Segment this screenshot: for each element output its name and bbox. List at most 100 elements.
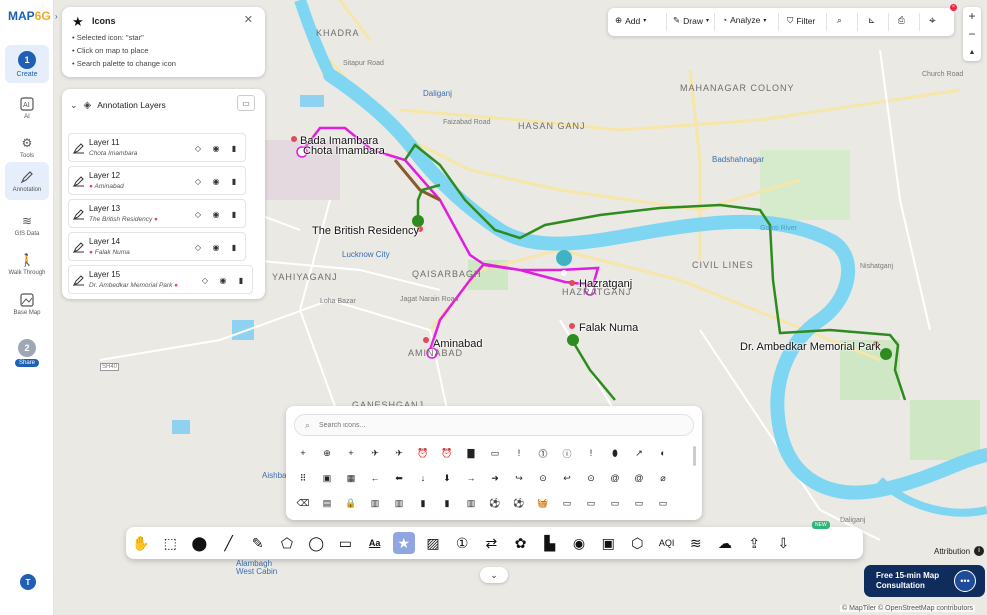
palette-icon[interactable]: ▤ [320,496,334,510]
circle-tool-button[interactable]: ◯ [305,532,327,554]
palette-scrollbar[interactable] [693,446,696,466]
target-icon[interactable]: ◇ [193,143,203,153]
chevron-down-icon[interactable]: ⌄ [70,100,78,111]
draw-button[interactable]: ✎ Draw ▾ [673,15,709,26]
palette-icon[interactable]: ⬮ [608,446,622,460]
palette-icon[interactable]: @ [608,471,622,485]
image-tool-button[interactable]: ▨ [422,532,444,554]
marker-label-british-residency[interactable]: The British Residency [312,225,419,237]
cube-tool-button[interactable]: ⬡ [626,532,648,554]
palette-icon[interactable]: ⚽ [512,496,526,510]
icon-search-input[interactable] [319,418,679,433]
filter-button[interactable]: ⛉ Filter [787,15,815,26]
sidebar-item-walk-through[interactable]: 🚶 Walk Through [5,245,49,283]
sidebar-item-base-map[interactable]: Base Map [5,285,49,323]
palette-icon[interactable]: ✈ [392,446,406,460]
line-tool-button[interactable]: ╱ [218,532,240,554]
palette-icon[interactable]: ! [512,446,526,460]
eye-icon[interactable]: ◉ [211,143,221,153]
palette-icon[interactable]: ⏰ [440,446,454,460]
text-tool-button[interactable]: Aa [364,532,386,554]
target-icon[interactable]: ◇ [193,176,203,186]
polygon-tool-button[interactable]: ⬠ [276,532,298,554]
eye-icon[interactable]: ◉ [211,242,221,252]
expand-toolbar-button[interactable]: ⌄ [480,567,508,583]
layer-row[interactable]: Layer 12 ● Aminabad ◇ ◉ ▮ [68,166,246,195]
palette-icon[interactable]: + [296,446,310,460]
trash-icon[interactable]: ▮ [229,242,239,252]
palette-icon[interactable]: ⊙ [536,471,550,485]
palette-icon[interactable]: ▥ [464,496,478,510]
marker-label-falak-numa[interactable]: Falak Numa [579,322,638,334]
north-arrow-icon[interactable]: ▲ [963,43,981,61]
palette-icon[interactable]: ↓ [416,471,430,485]
star-tool-button[interactable]: ★ [392,532,415,554]
search-button[interactable]: ⌕ [837,15,842,26]
palette-icon[interactable]: ▭ [584,496,598,510]
route-tool-button[interactable]: ⇄ [480,532,502,554]
layer-row[interactable]: Layer 11 Chota Imambara ◇ ◉ ▮ [68,133,246,162]
close-icon[interactable]: ✕ [244,13,253,26]
wind-tool-button[interactable]: ≋ [685,532,707,554]
sidebar-item-annotation[interactable]: Annotation [5,162,49,200]
target-icon[interactable]: ◇ [200,275,210,285]
folder-button[interactable]: ▭ [237,95,255,111]
hand-tool-button[interactable]: ✋ [130,532,152,554]
palette-icon[interactable]: ⬇ [440,471,454,485]
trash-icon[interactable]: ▮ [236,275,246,285]
sidebar-item-create[interactable]: 1 Create [5,45,49,83]
palette-icon[interactable]: ✈ [368,446,382,460]
palette-icon[interactable]: ▭ [632,496,646,510]
palette-icon[interactable]: ▭ [488,446,502,460]
avatar[interactable]: T [20,574,36,590]
close-badge-icon[interactable]: × [950,4,957,11]
palette-icon[interactable]: ▭ [608,496,622,510]
print-button[interactable]: ⎙ [898,15,905,26]
palette-icon[interactable]: ▥ [368,496,382,510]
upload-tool-button[interactable]: ⇪ [743,532,765,554]
info-icon[interactable]: i [974,546,984,556]
palette-icon[interactable]: 🔒 [344,496,358,510]
palette-icon[interactable]: ⌫ [296,496,310,510]
locate-button[interactable]: ⌖ [929,13,936,28]
attribution-link[interactable]: Attribution [934,547,970,556]
palette-icon[interactable]: ↩ [560,471,574,485]
layer-row[interactable]: Layer 15 Dr. Ambedkar Memorial Park ● ◇ … [68,265,253,294]
palette-icon[interactable]: ⊙ [584,471,598,485]
photo-tool-button[interactable]: ▣ [597,532,619,554]
sidebar-item-gis-data[interactable]: ≋ GIS Data [5,206,49,244]
building-tool-button[interactable]: ▙ [539,532,561,554]
palette-icon[interactable]: + [344,446,358,460]
target-icon[interactable]: ◇ [193,242,203,252]
marker-label-hazratganj[interactable]: Hazratganj [579,278,632,290]
marker-label-aminabad[interactable]: Aminabad [433,338,483,350]
trash-icon[interactable]: ▮ [229,209,239,219]
add-button[interactable]: ⊕ Add ▾ [615,15,646,26]
eye-icon[interactable]: ◉ [211,209,221,219]
trash-icon[interactable]: ▮ [229,143,239,153]
layer-row[interactable]: Layer 13 The British Residency ● ◇ ◉ ▮ [68,199,246,228]
palette-icon[interactable]: ⏰ [416,446,430,460]
palette-icon[interactable]: ← [368,471,382,485]
select-tool-button[interactable]: ⬚ [159,532,181,554]
palette-icon[interactable]: ▥ [392,496,406,510]
layer-row[interactable]: Layer 14 ● Falak Numa ◇ ◉ ▮ [68,232,246,261]
pin-tool-button[interactable]: ⬤ [188,532,210,554]
zoom-in-button[interactable]: + [963,7,981,25]
palette-icon[interactable]: ▇ [464,446,478,460]
palette-icon[interactable]: ▦ [344,471,358,485]
app-logo[interactable]: MAP6G [8,9,51,23]
palette-icon[interactable]: ⓘ [560,446,574,460]
palette-icon[interactable]: ▭ [560,496,574,510]
palette-icon[interactable]: ▣ [320,471,334,485]
sidebar-item-tools[interactable]: ⚙ Tools [5,128,49,166]
palette-icon[interactable]: ▮ [440,496,454,510]
palette-icon[interactable]: ⌀ [656,471,670,485]
palette-icon[interactable]: ↪ [512,471,526,485]
camera-tool-button[interactable]: ◉ [568,532,590,554]
rectangle-tool-button[interactable]: ▭ [334,532,356,554]
palette-icon[interactable]: 🧺 [536,496,550,510]
marker-label-chota-imambara[interactable]: Chota Imambara [303,145,385,157]
zoom-out-button[interactable]: − [963,25,981,43]
trash-icon[interactable]: ▮ [229,176,239,186]
